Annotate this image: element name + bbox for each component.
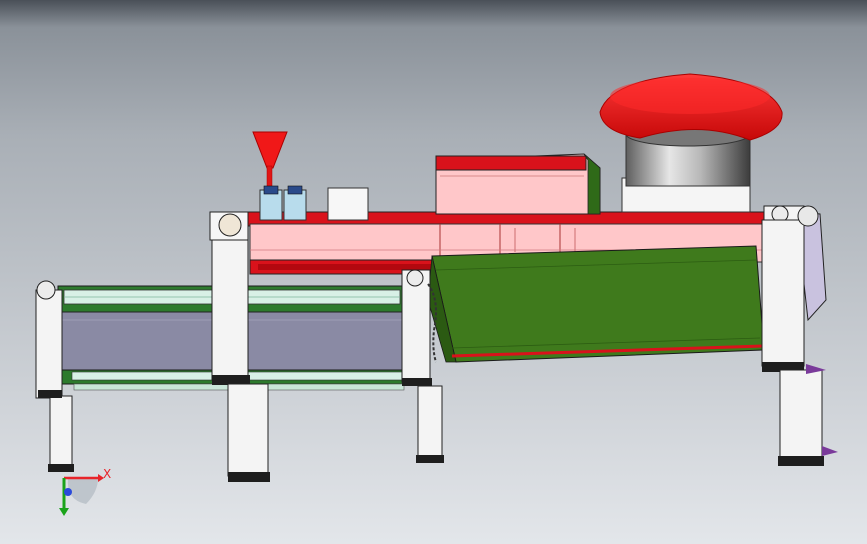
pink-housing[interactable] [435, 153, 601, 215]
cad-model-scene[interactable]: X [0, 0, 867, 544]
x-axis-label: X [103, 467, 111, 481]
green-guard-panel[interactable] [427, 245, 765, 363]
cad-viewport[interactable]: X [0, 0, 867, 544]
z-axis-dot [64, 488, 72, 496]
